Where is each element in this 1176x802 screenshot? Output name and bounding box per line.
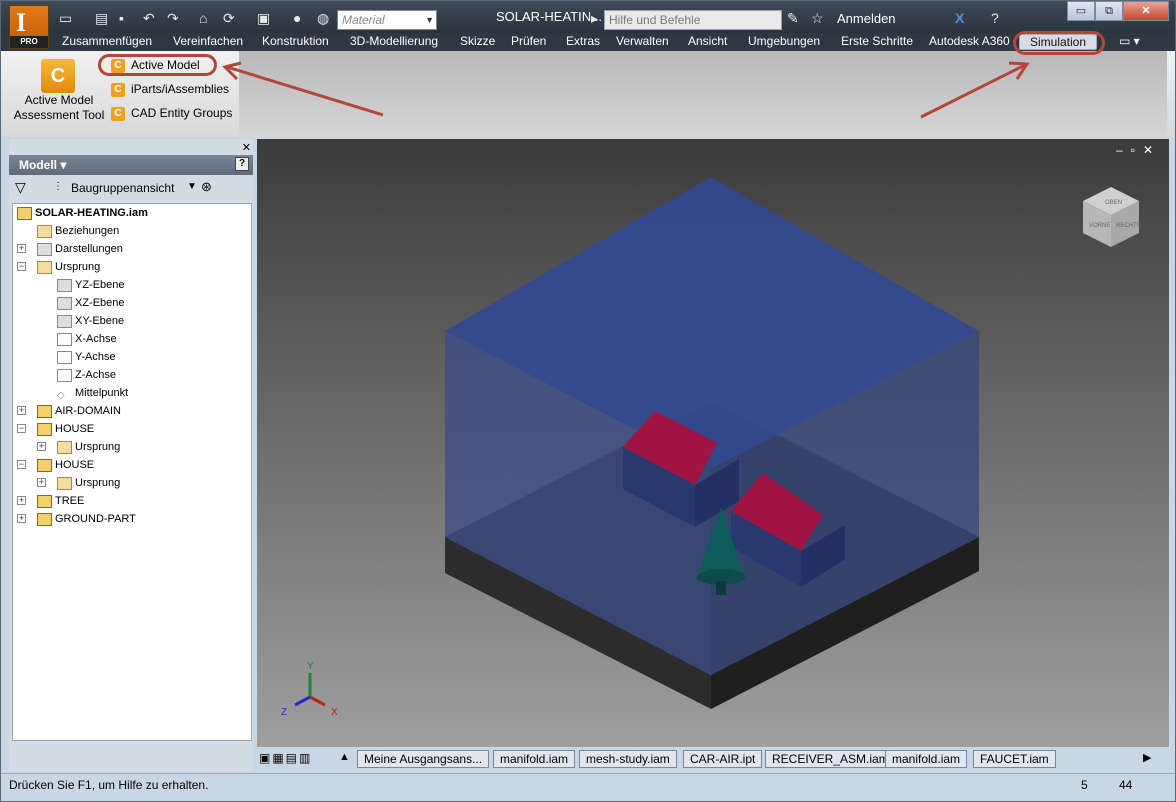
triad-z-axis	[294, 695, 311, 707]
application-menu-button[interactable]: I PRO	[9, 5, 49, 49]
tree-icon: ⋮	[53, 181, 63, 192]
expand-icon[interactable]: +	[37, 442, 46, 451]
graphics-viewport[interactable]: ‒▫✕ OBEN VORNE RECHTS Y X Z	[257, 139, 1169, 747]
expand-icon[interactable]: +	[17, 496, 26, 505]
tree-item[interactable]: Y-Achse	[57, 348, 116, 366]
tree-item[interactable]: Ursprung	[57, 474, 120, 492]
model-browser: ✕ Modell ▾ ? ▽ ⋮ Baugruppenansicht ▼ ⊛ S…	[9, 139, 253, 771]
tree-item[interactable]: HOUSE	[37, 420, 94, 438]
triad-y-label: Y	[307, 661, 314, 672]
tree-item[interactable]: AIR-DOMAIN	[37, 402, 121, 420]
viewcube-top-label: OBEN	[1105, 200, 1122, 206]
viewcube-front-label: VORNE	[1089, 223, 1110, 229]
axis-icon	[57, 368, 72, 382]
viewcube-right-label: RECHTS	[1116, 223, 1141, 229]
doc-tab[interactable]: Meine Ausgangsans...	[357, 750, 490, 768]
annotation-arrow-right	[920, 63, 1026, 119]
help-icon[interactable]: ?	[235, 157, 249, 171]
collapse-icon[interactable]: −	[17, 424, 26, 433]
doc-tab[interactable]: manifold.iam	[493, 750, 576, 768]
tree-item[interactable]: HOUSE	[37, 456, 94, 474]
plane-icon	[57, 296, 72, 310]
scroll-right-icon[interactable]: ▶	[1143, 751, 1151, 764]
tree-item[interactable]: Ursprung	[37, 258, 100, 276]
part-icon	[37, 494, 52, 508]
assembly-icon	[17, 206, 32, 220]
tree-trunk	[716, 581, 726, 595]
tree-item[interactable]: Ursprung	[57, 438, 120, 456]
status-bar: Drücken Sie F1, um Hilfe zu erhalten. 5 …	[1, 773, 1175, 801]
folder-open-icon	[37, 260, 52, 274]
chevron-up-icon[interactable]: ▲	[339, 751, 350, 763]
part-icon	[37, 458, 52, 472]
representations-icon	[37, 242, 52, 256]
doc-tab[interactable]: FAUCET.iam	[973, 750, 1056, 768]
tree-item[interactable]: X-Achse	[57, 330, 117, 348]
doc-tab[interactable]: mesh-study.iam	[579, 750, 677, 768]
doc-tab[interactable]: manifold.iam	[885, 750, 968, 768]
browser-header[interactable]: Modell ▾ ?	[9, 155, 253, 175]
document-tab-bar: ▣▦▤▥ ▲ Meine Ausgangsans... manifold.iam…	[257, 749, 1169, 769]
axis-icon	[57, 332, 72, 346]
folder-icon	[37, 224, 52, 238]
tree-item[interactable]: XY-Ebene	[57, 312, 124, 330]
expand-icon[interactable]: +	[17, 406, 26, 415]
application-window: ▭ ▤ ▪ ↶ ↷ ⌂ ⟳ ▣ ● ◍ Material ▼ SOLAR-HEAT…	[0, 0, 1176, 802]
tree-item[interactable]: Beziehungen	[37, 222, 119, 240]
scene-3d: OBEN VORNE RECHTS Y X Z	[281, 177, 1141, 718]
collapse-icon[interactable]: −	[17, 460, 26, 469]
axis-icon	[57, 350, 72, 364]
browser-toolbar: ▽ ⋮ Baugruppenansicht ▼ ⊛	[9, 177, 253, 199]
doc-tab[interactable]: RECEIVER_ASM.iam	[765, 750, 896, 768]
folder-icon	[57, 440, 72, 454]
chevron-down-icon[interactable]: ▼	[187, 181, 197, 192]
triad-x-label: X	[331, 707, 338, 718]
doc-tab[interactable]: CAR-AIR.ipt	[683, 750, 763, 768]
expand-icon[interactable]: +	[17, 244, 26, 253]
expand-icon[interactable]: +	[17, 514, 26, 523]
tree-item[interactable]: GROUND-PART	[37, 510, 136, 528]
view-mode-select[interactable]: Baugruppenansicht	[71, 181, 174, 195]
model-tree: SOLAR-HEATING.iam Beziehungen + Darstell…	[12, 203, 252, 741]
tree-item[interactable]: YZ-Ebene	[57, 276, 125, 294]
status-count-b: 44	[1119, 778, 1133, 792]
expand-icon[interactable]: +	[37, 478, 46, 487]
triad-x-axis	[309, 695, 326, 707]
part-icon	[37, 404, 52, 418]
tree-item[interactable]: TREE	[37, 492, 84, 510]
part-icon	[37, 422, 52, 436]
triad-z-label: Z	[281, 707, 287, 718]
find-icon[interactable]: ⊛	[201, 179, 212, 195]
point-icon: ◇	[57, 386, 72, 401]
tree-item[interactable]: XZ-Ebene	[57, 294, 125, 312]
tree-item[interactable]: Darstellungen	[37, 240, 123, 258]
status-hint: Drücken Sie F1, um Hilfe zu erhalten.	[9, 778, 209, 792]
close-icon[interactable]: ✕	[242, 141, 251, 154]
folder-icon	[57, 476, 72, 490]
plane-icon	[57, 278, 72, 292]
collapse-icon[interactable]: −	[17, 262, 26, 271]
window-arrange-icon[interactable]: ▣▦▤▥	[259, 751, 312, 765]
annotation-arrows	[222, 61, 1030, 119]
plane-icon	[57, 314, 72, 328]
part-icon	[37, 512, 52, 526]
tree-item[interactable]: SOLAR-HEATING.iam	[17, 204, 148, 222]
tree-item[interactable]: Z-Achse	[57, 366, 116, 384]
status-count-a: 5	[1081, 778, 1088, 792]
filter-icon[interactable]: ▽	[15, 179, 26, 196]
annotation-arrow-left	[226, 65, 384, 117]
tree-item[interactable]: ◇ Mittelpunkt	[57, 384, 128, 402]
